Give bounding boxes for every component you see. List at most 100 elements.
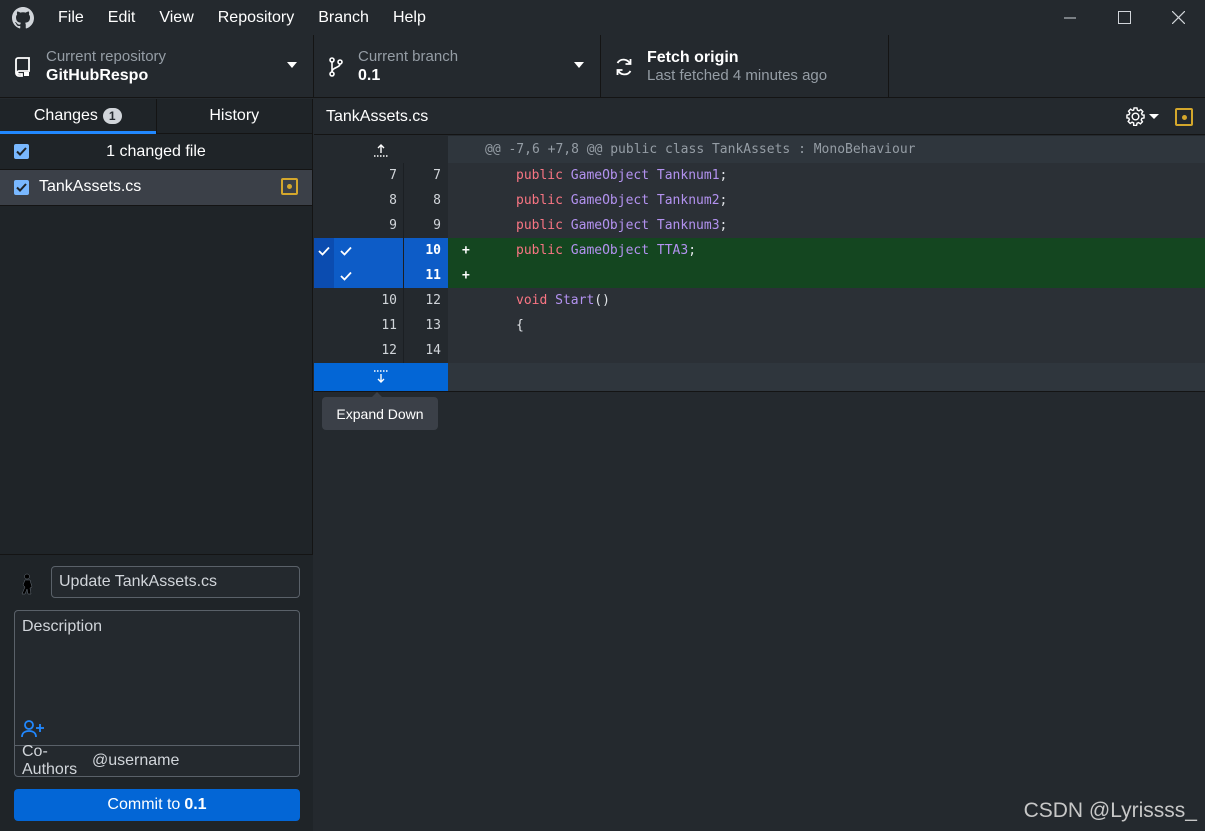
new-line-number: 9: [403, 213, 448, 238]
commit-button[interactable]: Commit to 0.1: [14, 789, 300, 821]
commit-panel: Co-Authors Commit to 0.1: [0, 554, 313, 831]
old-line-number: 10: [334, 288, 403, 313]
minimize-icon: [1064, 17, 1076, 18]
code-token-id: Start: [555, 293, 595, 308]
context-line: 9 9 public GameObject Tanknum3;: [314, 213, 1205, 238]
coauthors-input[interactable]: [80, 752, 299, 770]
code-line-text: public GameObject Tanknum2;: [448, 188, 1205, 213]
line-select-gutter[interactable]: [314, 238, 334, 263]
current-branch-button[interactable]: Current branch 0.1: [314, 35, 601, 98]
line-select-gutter: [314, 313, 334, 338]
minimize-button[interactable]: [1043, 0, 1097, 35]
tab-history[interactable]: History: [155, 99, 313, 133]
diff-divider: [314, 391, 1205, 392]
maximize-button[interactable]: [1097, 0, 1151, 35]
sidebar-tabs: Changes 1 History: [0, 99, 312, 134]
changes-count-badge: 1: [102, 108, 122, 124]
diff-lines: 7 7 public GameObject Tanknum1; 8 8 public Ga…: [314, 163, 1205, 363]
github-logo-icon: [0, 0, 46, 35]
code-token-id: Tanknum2: [656, 193, 720, 208]
commit-description-input[interactable]: [15, 611, 299, 741]
new-line-number: 11: [403, 263, 448, 288]
repo-caret-down-icon: [287, 62, 297, 68]
current-repository-button[interactable]: Current repository GitHubRespo: [0, 35, 314, 98]
code-token-id: Tanknum3: [656, 218, 720, 233]
avatar: [16, 571, 40, 595]
new-line-number: 10: [403, 238, 448, 263]
context-line: 8 8 public GameObject Tanknum2;: [314, 188, 1205, 213]
expand-row: [314, 363, 1205, 391]
diff-settings-button[interactable]: [1126, 107, 1159, 126]
gear-icon: [1126, 107, 1145, 126]
new-line-number: 12: [403, 288, 448, 313]
menu-help[interactable]: Help: [381, 0, 438, 35]
repo-name: GitHubRespo: [46, 67, 149, 84]
code-token-ty: GameObject: [570, 168, 650, 183]
old-line-number: [334, 263, 403, 288]
menu-view[interactable]: View: [147, 0, 205, 35]
hunk-header-text: @@ -7,6 +7,8 @@ public class TankAssets …: [485, 142, 916, 157]
expand-down-icon: [374, 370, 388, 383]
last-fetched-text: Last fetched 4 minutes ago: [647, 67, 828, 84]
gear-caret-down-icon: [1149, 114, 1159, 119]
close-icon: [1171, 11, 1185, 24]
branch-caret-down-icon: [574, 62, 584, 68]
fetch-origin-button[interactable]: Fetch origin Last fetched 4 minutes ago: [601, 35, 889, 98]
description-box: Co-Authors: [14, 610, 300, 778]
code-line-text: public GameObject Tanknum3;: [448, 213, 1205, 238]
sync-icon: [601, 57, 647, 77]
diff-modified-icon: [1175, 108, 1193, 126]
expand-up-button[interactable]: [314, 136, 448, 163]
add-coauthor-button[interactable]: [21, 719, 45, 739]
code-token-id: Tanknum1: [656, 168, 720, 183]
code-token-rest: ;: [688, 243, 697, 258]
diff-marker: +: [462, 268, 470, 283]
coauthors-label: Co-Authors: [22, 743, 78, 778]
select-all-checkbox[interactable]: [14, 144, 29, 159]
file-checkbox[interactable]: [14, 180, 29, 195]
line-select-gutter: [314, 213, 334, 238]
expand-down-button[interactable]: [314, 363, 448, 391]
code-line-text: +: [448, 263, 1205, 288]
menu-branch[interactable]: Branch: [306, 0, 381, 35]
repo-icon: [0, 56, 46, 77]
added-line[interactable]: 10 + public GameObject TTA3;: [314, 238, 1205, 263]
code-line-text: + public GameObject TTA3;: [448, 238, 1205, 263]
code-token-id: TTA3: [656, 243, 689, 258]
tab-changes[interactable]: Changes 1: [0, 99, 156, 134]
branch-label: Current branch: [358, 48, 459, 65]
old-line-number: [334, 238, 403, 263]
hunk-header-row: @@ -7,6 +7,8 @@ public class TankAssets …: [314, 136, 1205, 163]
code-line-text: void Start(): [448, 288, 1205, 313]
title-bar: File Edit View Repository Branch Help: [0, 0, 1205, 35]
close-button[interactable]: [1151, 0, 1205, 35]
added-line[interactable]: 11 +: [314, 263, 1205, 288]
code-token-ty: GameObject: [570, 218, 650, 233]
code-token-rest: ;: [719, 168, 728, 183]
line-select-gutter: [314, 338, 334, 363]
branch-name: 0.1: [358, 67, 381, 84]
commit-button-prefix: Commit to: [107, 796, 181, 813]
line-select-gutter: [314, 163, 334, 188]
line-select-gutter[interactable]: [314, 263, 334, 288]
context-line: 11 13 {: [314, 313, 1205, 338]
menu-repository[interactable]: Repository: [206, 0, 306, 35]
check-icon: [16, 183, 27, 192]
menu-file[interactable]: File: [46, 0, 96, 35]
context-line: 12 14: [314, 338, 1205, 363]
diff-file-title: TankAssets.cs: [326, 107, 429, 125]
tab-history-label: History: [209, 107, 260, 124]
line-selected-check-icon: [318, 246, 330, 256]
old-line-number: 7: [334, 163, 403, 188]
menu-edit[interactable]: Edit: [96, 0, 148, 35]
fetch-origin-label: Fetch origin: [647, 49, 739, 66]
code-token-kw: void: [516, 293, 548, 308]
old-line-number: 9: [334, 213, 403, 238]
expand-up-icon: [374, 143, 388, 157]
context-line: 10 12 void Start(): [314, 288, 1205, 313]
file-list-item[interactable]: TankAssets.cs: [0, 170, 312, 206]
context-line: 7 7 public GameObject Tanknum1;: [314, 163, 1205, 188]
commit-summary-input[interactable]: [51, 566, 300, 598]
old-line-number: 8: [334, 188, 403, 213]
commit-button-branch: 0.1: [184, 796, 207, 813]
